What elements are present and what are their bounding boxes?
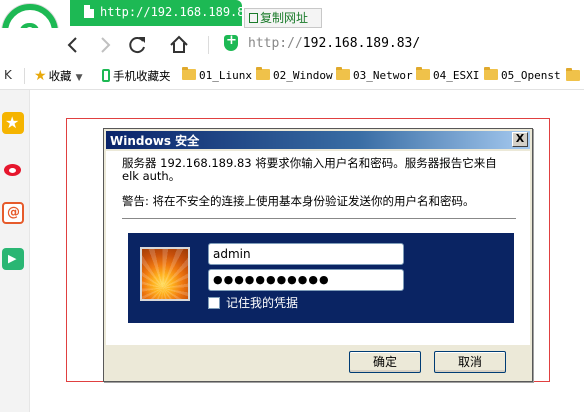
remember-credentials[interactable]: 记住我的凭据 xyxy=(208,295,298,311)
ok-button[interactable]: 确定 xyxy=(349,351,421,373)
security-shield-icon[interactable] xyxy=(224,33,238,51)
folder-icon xyxy=(256,67,270,80)
address-bar[interactable]: http://192.168.189.83/ xyxy=(248,36,420,51)
divider xyxy=(24,68,25,84)
copy-url-label: 复制网址 xyxy=(260,11,309,25)
folder-icon xyxy=(182,67,196,80)
divider xyxy=(122,218,516,219)
bookmark-folder-01[interactable]: 01_Liunx xyxy=(182,67,252,86)
server-message: 服务器 192.168.189.83 将要求你输入用户名和密码。服务器报告它来自… xyxy=(122,157,522,183)
bookmark-label: 02_Window xyxy=(273,69,333,82)
browser-tab[interactable]: http://192.168.189.83/ xyxy=(70,0,259,26)
user-avatar-icon xyxy=(140,247,190,301)
divider xyxy=(208,36,209,54)
bookmark-folder-04[interactable]: 04_ESXI xyxy=(416,67,480,86)
folder-icon xyxy=(416,67,430,80)
bookmark-folder-02[interactable]: 02_Window xyxy=(256,67,333,86)
cancel-button[interactable]: 取消 xyxy=(434,351,506,373)
server-message-line2: elk auth。 xyxy=(122,169,181,183)
navigation-bar: http://192.168.189.83/ xyxy=(0,28,584,62)
password-input[interactable]: ●●●●●●●●●●● xyxy=(208,269,404,291)
tab-strip: http://192.168.189.83/ 复制网址 xyxy=(0,0,584,28)
bookmark-mobile[interactable]: 手机收藏夹 xyxy=(102,68,171,86)
bookmarks-bar: K ★ 收藏 ▼ 手机收藏夹 01_Liunx 02_Window 03_Netwo… xyxy=(0,62,584,90)
url-host: 192.168.189.83/ xyxy=(302,36,421,51)
security-warning: 警告: 将在不安全的连接上使用基本身份验证发送你的用户名和密码。 xyxy=(122,194,475,208)
favorites-star-icon[interactable] xyxy=(2,112,24,134)
username-input[interactable]: admin xyxy=(208,243,404,265)
star-icon: ★ xyxy=(34,68,47,84)
dialog-titlebar[interactable]: Windows 安全 X xyxy=(106,131,530,149)
chevron-down-icon: ▼ xyxy=(75,73,83,83)
bookmark-favorites[interactable]: ★ 收藏 ▼ xyxy=(34,68,82,86)
bookmark-folder-05[interactable]: 05_Openst xyxy=(484,67,561,86)
url-protocol: http:// xyxy=(248,36,303,51)
bookmark-label: 收藏 xyxy=(48,69,72,83)
remember-label: 记住我的凭据 xyxy=(226,296,299,310)
copy-url-tooltip[interactable]: 复制网址 xyxy=(244,8,322,28)
copy-icon xyxy=(249,13,258,23)
folder-icon xyxy=(484,67,498,80)
video-icon[interactable] xyxy=(2,248,24,270)
bookmark-label: 01_Liunx xyxy=(199,69,252,82)
close-button[interactable]: X xyxy=(512,132,528,147)
bookmark-folder-03[interactable]: 03_Networ xyxy=(336,67,413,86)
weibo-icon[interactable] xyxy=(2,158,24,180)
side-toolbar xyxy=(0,90,30,412)
bookmark-label: 03_Networ xyxy=(353,69,413,82)
forward-arrow-icon[interactable] xyxy=(94,34,116,56)
tab-title: http://192.168.189.83/ xyxy=(100,5,259,19)
bookmarks-toggle[interactable]: K xyxy=(4,68,12,82)
home-icon[interactable] xyxy=(168,34,190,56)
bookmark-folder-more[interactable] xyxy=(566,68,583,86)
bookmark-label: 04_ESXI xyxy=(433,69,480,82)
mail-icon[interactable] xyxy=(2,202,24,224)
folder-icon xyxy=(336,67,350,80)
bookmark-label: 手机收藏夹 xyxy=(113,69,171,83)
document-icon xyxy=(84,5,94,18)
remember-checkbox[interactable] xyxy=(208,297,220,309)
dialog-title: Windows 安全 xyxy=(110,134,200,148)
phone-icon xyxy=(102,69,110,82)
bookmark-label: 05_Openst xyxy=(501,69,561,82)
back-arrow-icon[interactable] xyxy=(62,34,84,56)
credential-panel: admin ●●●●●●●●●●● 记住我的凭据 xyxy=(128,233,514,323)
reload-icon[interactable] xyxy=(126,34,148,56)
folder-icon xyxy=(566,68,580,81)
dialog-body: 服务器 192.168.189.83 将要求你输入用户名和密码。服务器报告它来自… xyxy=(106,151,530,345)
server-message-line1: 服务器 192.168.189.83 将要求你输入用户名和密码。服务器报告它来自 xyxy=(122,156,497,170)
windows-security-dialog: Windows 安全 X 服务器 192.168.189.83 将要求你输入用户… xyxy=(103,128,533,382)
